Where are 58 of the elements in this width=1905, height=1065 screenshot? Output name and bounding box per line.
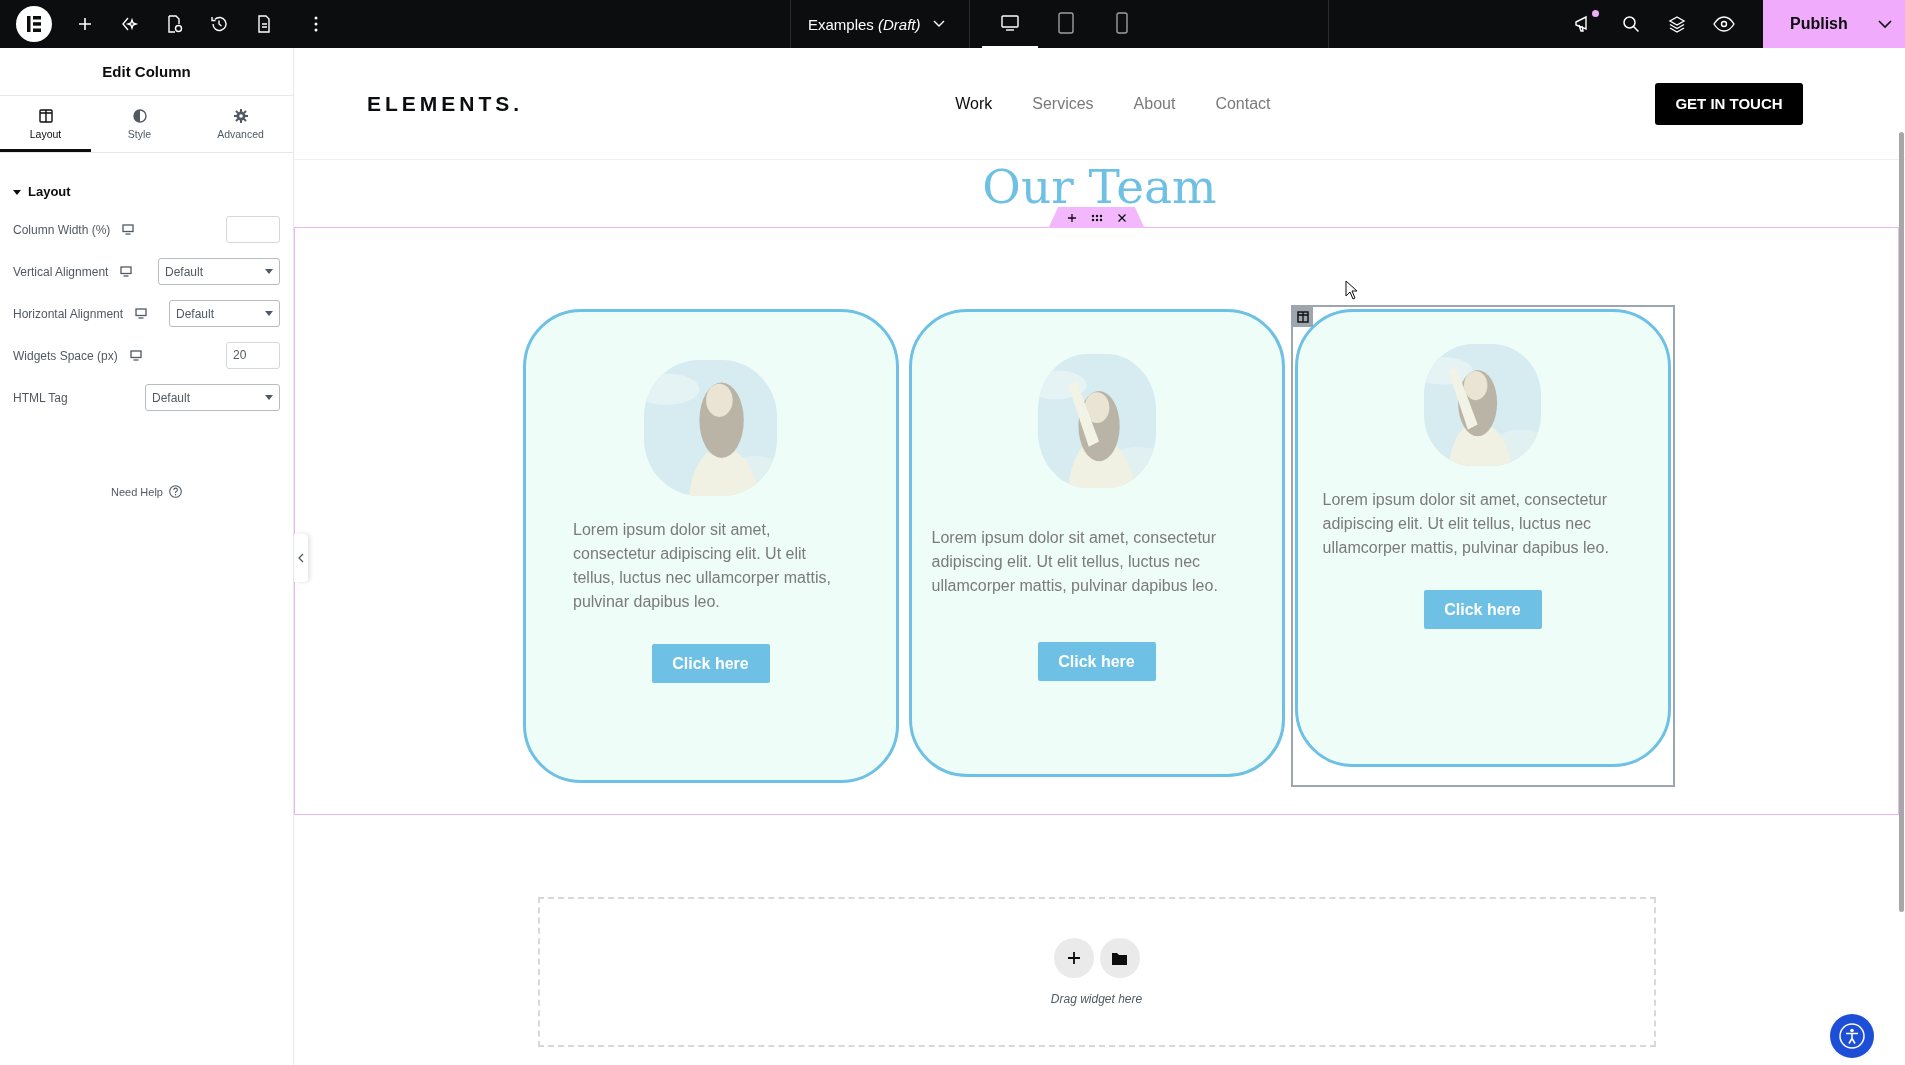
- collapse-handle[interactable]: [294, 534, 308, 582]
- more-icon[interactable]: [313, 15, 319, 33]
- control-label: Widgets Space (px): [13, 348, 118, 363]
- nav-link[interactable]: About: [1133, 94, 1176, 113]
- preview-icon[interactable]: [1713, 16, 1735, 32]
- settings-icon: [233, 108, 248, 123]
- select-field[interactable]: Default: [158, 258, 280, 285]
- search-icon[interactable]: [1621, 14, 1641, 34]
- control-label: Column Width (%): [13, 222, 111, 237]
- caret-icon: [265, 311, 273, 316]
- panel-tab[interactable]: Layout: [0, 96, 91, 152]
- card-text: Lorem ipsum dolor sit amet, consectetur adipiscing elit. Ut elit tellus, luctus nec ullamcorper mattis, pulvinar dapibus leo.: [1322, 490, 1610, 558]
- columns-icon: [38, 108, 53, 123]
- number-field[interactable]: 20: [226, 342, 280, 369]
- desktop-icon[interactable]: [120, 266, 133, 277]
- caret-icon: [265, 269, 273, 274]
- desktop-icon[interactable]: [122, 224, 135, 235]
- add-icon[interactable]: [1066, 212, 1077, 223]
- select-field[interactable]: Default: [169, 300, 280, 327]
- site-logo[interactable]: ELEMENTS.: [367, 91, 524, 116]
- section-heading: Our Team: [982, 167, 1217, 207]
- help-icon: [169, 485, 182, 498]
- panel-tab[interactable]: Style: [91, 96, 188, 152]
- section-toggle[interactable]: Layout: [13, 184, 71, 199]
- close-icon[interactable]: [1116, 212, 1127, 223]
- add-widget-icon[interactable]: [1053, 938, 1094, 978]
- card-text: Lorem ipsum dolor sit amet, consectetur adipiscing elit. Ut elit tellus, luctus nec ullamcorper mattis, pulvinar dapibus leo.: [573, 520, 832, 612]
- cursor-icon: [1345, 280, 1359, 300]
- panel-tab[interactable]: Advanced: [188, 96, 293, 152]
- folder-icon[interactable]: [1099, 938, 1140, 978]
- history-icon[interactable]: [209, 14, 229, 34]
- get-in-touch-button[interactable]: GET IN TOUCH: [1655, 82, 1803, 125]
- nav-link[interactable]: Work: [955, 94, 993, 113]
- logo-icon[interactable]: [16, 6, 52, 42]
- caret-icon: [265, 395, 273, 400]
- panel-title: Edit Column: [0, 48, 293, 96]
- column-handle-icon[interactable]: [1292, 307, 1313, 327]
- desktop-icon[interactable]: [135, 308, 148, 319]
- chevron-icon: [932, 20, 945, 28]
- select-field[interactable]: Default: [145, 384, 280, 411]
- drop-hint: Drag widget here: [1050, 992, 1143, 1006]
- scrollbar[interactable]: [1899, 132, 1904, 912]
- nav-link[interactable]: Services: [1032, 94, 1094, 113]
- drag-handle-icon[interactable]: [1090, 213, 1103, 222]
- drop-zone[interactable]: Drag widget here: [537, 897, 1656, 1047]
- number-field[interactable]: [226, 216, 280, 243]
- control-label: HTML Tag: [13, 390, 68, 405]
- layers-icon[interactable]: [1667, 14, 1687, 34]
- accessibility-icon[interactable]: [1830, 1014, 1874, 1058]
- caret-icon: [13, 187, 21, 196]
- control-label: Horizontal Alignment: [13, 306, 124, 321]
- half-circle-icon: [132, 108, 147, 123]
- control-label: Vertical Alignment: [13, 264, 109, 279]
- add-icon[interactable]: [76, 15, 94, 33]
- desktop-icon[interactable]: [129, 350, 142, 361]
- nav-link[interactable]: Contact: [1215, 94, 1271, 113]
- need-help-link[interactable]: Need Help: [111, 485, 182, 498]
- card-text: Lorem ipsum dolor sit amet, consectetur adipiscing elit. Ut elit tellus, luctus nec ullamcorper mattis, pulvinar dapibus leo.: [931, 528, 1219, 596]
